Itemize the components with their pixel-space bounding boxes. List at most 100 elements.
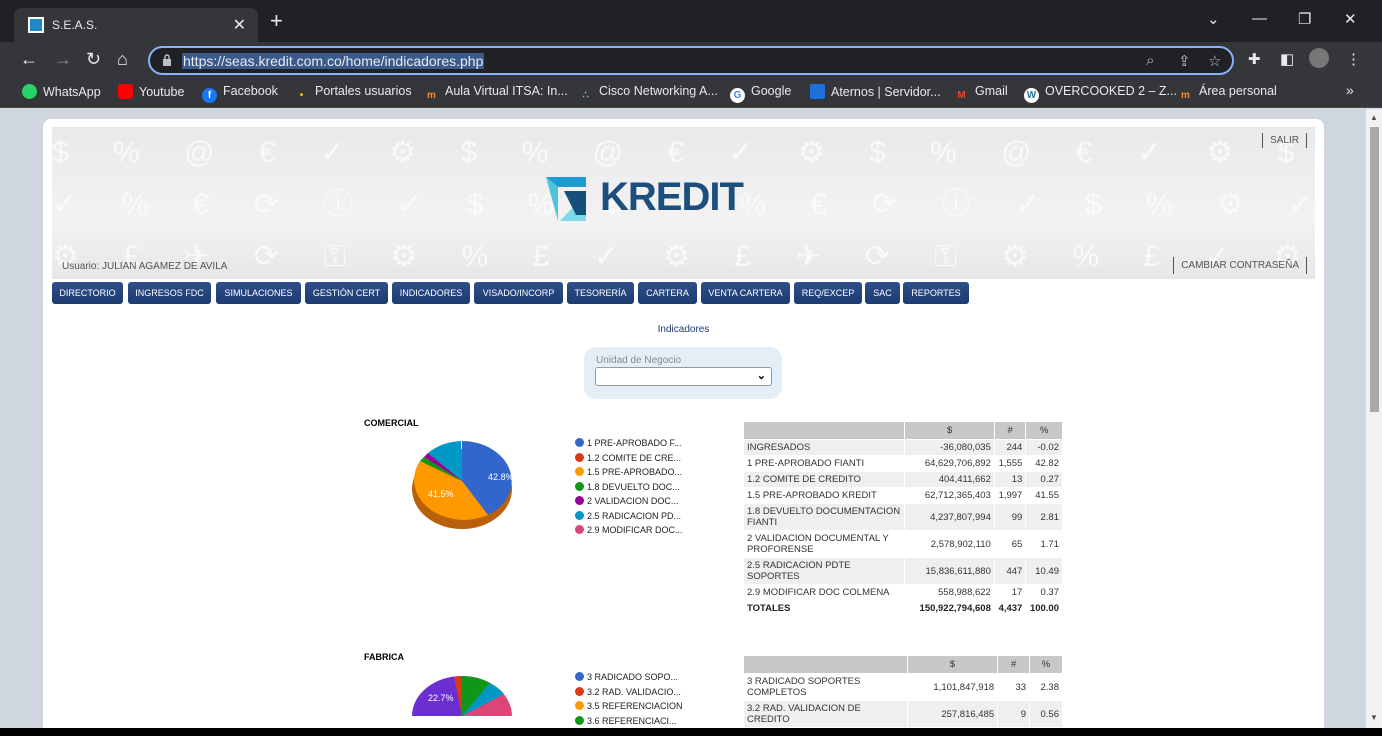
comercial-table: $ #% INGRESADOS -36,080,035 244 -0.02 1 PRE-… — [742, 421, 1063, 617]
close-tab-icon[interactable]: ✕ — [233, 15, 246, 35]
fabrica-pie-chart: 22.7% — [412, 676, 512, 716]
whatsapp-icon — [22, 84, 37, 99]
forward-icon[interactable]: → — [54, 49, 72, 70]
menu-req-excep[interactable]: REQ/EXCEP — [794, 282, 862, 304]
table-row: 2 VALIDACION DOCUMENTAL Y PROFORENSE 2,57… — [742, 530, 1063, 558]
page-title: Indicadores — [657, 324, 710, 335]
close-window-icon[interactable]: ✕ — [1344, 10, 1357, 28]
legend-item: 3.6 REFERENCIACI... — [575, 715, 683, 729]
table-row: 3.2 RAD. VALIDACION DE CREDITO 257,816,48… — [743, 700, 1063, 728]
table-row: INGRESADOS -36,080,035 244 -0.02 — [742, 439, 1063, 456]
bookmark-portales[interactable]: • Portales usuarios — [294, 84, 412, 103]
comercial-title: COMERCIAL — [364, 418, 419, 428]
moodle-icon: m — [1178, 88, 1193, 103]
scroll-up-icon[interactable]: ▲ — [1370, 113, 1378, 122]
bookmark-google[interactable]: G Google — [730, 84, 791, 103]
bookmark-facebook[interactable]: f Facebook — [202, 84, 278, 103]
fabrica-table: $ #% 3 RADICADO SOPORTES COMPLETOS 1,101,8… — [743, 655, 1063, 728]
scroll-down-icon[interactable]: ▼ — [1370, 713, 1378, 722]
header-banner: $ % @ € ✓ ⚙ $ % @ € ✓ ⚙ $ % @ € ✓ ⚙ $ % … — [52, 127, 1315, 279]
page-viewport: $ % @ € ✓ ⚙ $ % @ € ✓ ⚙ $ % @ € ✓ ⚙ $ % … — [0, 109, 1366, 728]
menu-sac[interactable]: SAC — [865, 282, 900, 304]
table-row: 2.5 RADICACION PDTE SOPORTES 15,836,611,8… — [742, 557, 1063, 585]
gmail-icon: M — [954, 88, 969, 103]
menu-indicadores[interactable]: INDICADORES — [392, 282, 470, 304]
bookmarks-bar: WhatsApp Youtube f Facebook • Portales usu… — [0, 78, 1382, 108]
pie-label-2: 41.5% — [428, 489, 454, 499]
browser-toolbar: ← → ↻ ⌂ https://seas.kredit.com.co/home/… — [0, 42, 1382, 78]
page-scrollbar[interactable]: ▲ ▼ — [1366, 109, 1382, 728]
bookmark-overcooked[interactable]: W OVERCOOKED 2 – Z... — [1024, 84, 1177, 103]
unidad-negocio-select[interactable]: ⌄ — [595, 367, 772, 386]
comercial-legend: 1 PRE-APROBADO F... 1.2 COMITE DE CRE...… — [575, 438, 683, 540]
portales-icon: • — [294, 88, 309, 103]
usuario-label: Usuario: JULIAN AGAMEZ DE AVILA — [62, 261, 228, 272]
new-tab-icon[interactable]: + — [270, 10, 283, 32]
table-totals-row: TOTALES 150,922,794,608 4,437 100.00 — [742, 600, 1063, 617]
unidad-negocio-box: Unidad de Negocio ⌄ — [584, 347, 782, 399]
bookmark-cisco[interactable]: ∴ Cisco Networking A... — [578, 84, 718, 103]
facebook-icon: f — [202, 88, 217, 103]
kredit-logo-text: KREDIT — [600, 175, 744, 219]
zoom-icon[interactable]: ⌕ — [1146, 52, 1154, 69]
reload-icon[interactable]: ↻ — [86, 49, 101, 70]
wordpress-icon: W — [1024, 88, 1039, 103]
table-row: 1.8 DEVUELTO DOCUMENTACION FIANTI 4,237,8… — [742, 503, 1063, 531]
menu-directorio[interactable]: DIRECTORIO — [52, 282, 123, 304]
menu-visado-incorp[interactable]: VISADO/INCORP — [474, 282, 563, 304]
menu-dots-icon[interactable]: ⋮ — [1346, 50, 1361, 68]
bookmark-whatsapp[interactable]: WhatsApp — [22, 84, 101, 99]
legend-item: 2 VALIDACION DOC... — [575, 496, 683, 511]
bookmark-star-icon[interactable]: ☆ — [1208, 52, 1221, 70]
table-row: 3 RADICADO SOPORTES COMPLETOS 1,101,847,9… — [743, 673, 1063, 701]
lock-icon — [163, 54, 171, 66]
legend-item: 1.5 PRE-APROBADO... — [575, 467, 683, 482]
tab-title: S.E.A.S. — [52, 18, 98, 32]
address-bar[interactable]: https://seas.kredit.com.co/home/indicado… — [148, 46, 1234, 75]
restore-icon[interactable]: ❐ — [1298, 10, 1311, 28]
menu-gestion-cert[interactable]: GESTIÓN CERT — [305, 282, 388, 304]
comercial-pie-chart: 42.8% 41.5% — [412, 441, 514, 529]
url-text: https://seas.kredit.com.co/home/indicado… — [182, 53, 485, 69]
side-panel-icon[interactable]: ◧ — [1280, 50, 1294, 68]
legend-item: 3.2 RAD. VALIDACIO... — [575, 686, 683, 702]
legend-item: 3.5 REFERENCIACION — [575, 701, 683, 716]
menu-ingresos-fdc[interactable]: INGRESOS FDC — [128, 282, 211, 304]
share-icon[interactable]: ⇪ — [1178, 52, 1191, 70]
bookmark-aternos[interactable]: Aternos | Servidor... — [810, 84, 941, 99]
pie-label-1: 42.8% — [488, 472, 514, 482]
legend-item: 3 RADICADO SOPO... — [575, 672, 683, 687]
legend-item: 1.8 DEVUELTO DOC... — [575, 481, 683, 497]
menu-cartera[interactable]: CARTERA — [638, 282, 697, 304]
scrollbar-thumb[interactable] — [1370, 127, 1379, 412]
cambiar-contrasena-link[interactable]: CAMBIAR CONTRASEÑA — [1173, 257, 1307, 274]
more-bookmarks-icon[interactable]: » — [1346, 82, 1354, 98]
tab-search-icon[interactable]: ⌄ — [1207, 10, 1220, 28]
legend-item: 2.9 MODIFICAR DOC... — [575, 525, 683, 540]
browser-tab-bar: S.E.A.S. ✕ + ⌄ — ❐ ✕ — [0, 0, 1382, 42]
moodle-icon: m — [424, 88, 439, 103]
youtube-icon — [118, 84, 133, 99]
table-row: 1.5 PRE-APROBADO KREDIT 62,712,365,403 1,9… — [742, 487, 1063, 504]
menu-tesoreria[interactable]: TESORERÍA — [567, 282, 634, 304]
extensions-icon[interactable]: ✚ — [1248, 50, 1261, 68]
back-icon[interactable]: ← — [20, 49, 38, 70]
google-icon: G — [730, 88, 745, 103]
bookmark-area-personal[interactable]: m Área personal — [1178, 84, 1277, 103]
browser-tab[interactable]: S.E.A.S. ✕ — [14, 8, 258, 42]
bookmark-gmail[interactable]: M Gmail — [954, 84, 1008, 103]
profile-avatar[interactable] — [1309, 48, 1329, 68]
menu-simulaciones[interactable]: SIMULACIONES — [216, 282, 301, 304]
fabrica-title: FABRICA — [364, 652, 404, 662]
bookmark-youtube[interactable]: Youtube — [118, 84, 184, 99]
fabrica-legend: 3 RADICADO SOPO... 3.2 RAD. VALIDACIO...… — [575, 672, 683, 728]
menu-venta-cartera[interactable]: VENTA CARTERA — [701, 282, 790, 304]
bookmark-aula-virtual[interactable]: m Aula Virtual ITSA: In... — [424, 84, 568, 103]
table-row: 1 PRE-APROBADO FIANTI 64,629,706,892 1,555… — [742, 455, 1063, 472]
minimize-icon[interactable]: — — [1252, 10, 1267, 27]
site-favicon-icon — [28, 17, 44, 33]
home-icon[interactable]: ⌂ — [117, 49, 128, 70]
salir-link[interactable]: SALIR — [1262, 133, 1307, 148]
menu-reportes[interactable]: REPORTES — [903, 282, 969, 304]
bottom-edge — [0, 728, 1382, 736]
